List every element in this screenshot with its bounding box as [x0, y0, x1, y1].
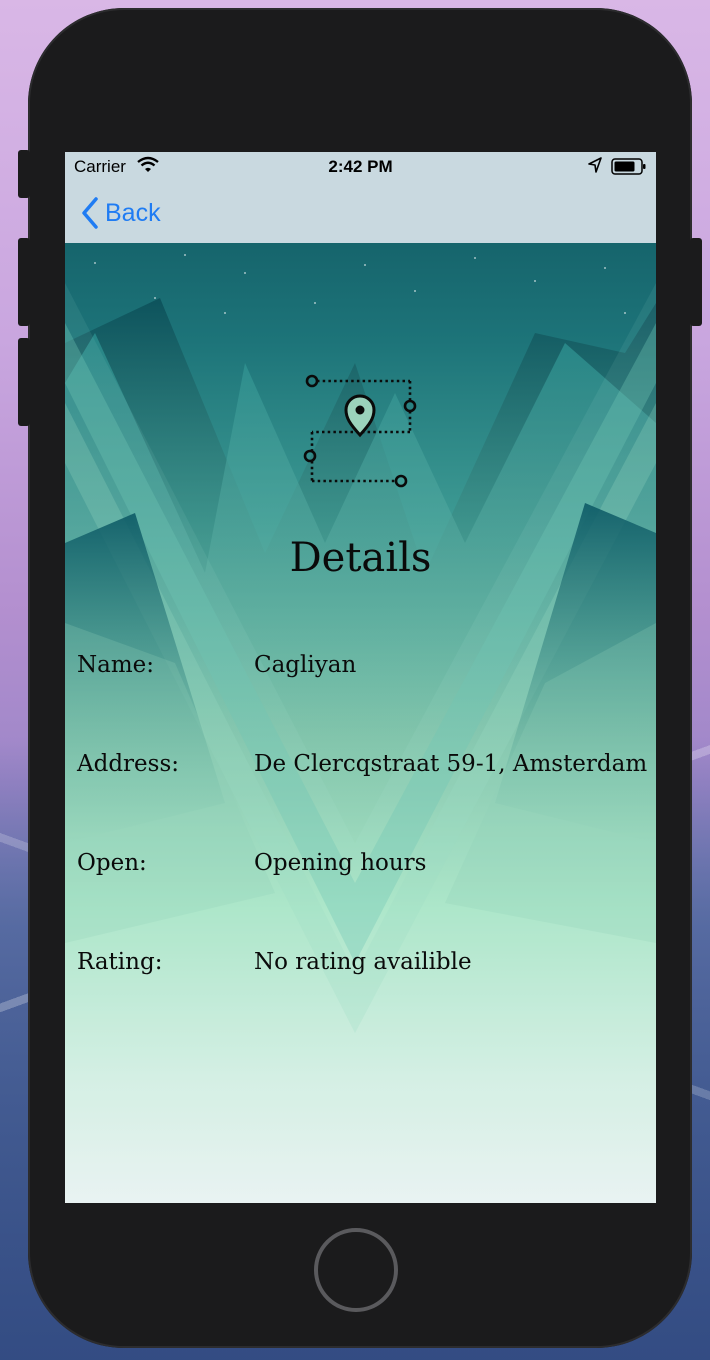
page-title: Details [289, 535, 432, 581]
mute-switch [18, 150, 30, 198]
app-screen: Carrier 2:42 PM Back Details Name: Cagli… [65, 152, 656, 1203]
detail-label: Rating: [77, 949, 163, 975]
detail-label: Open: [77, 850, 147, 876]
volume-down-button [18, 338, 30, 426]
detail-row-open: Open: Opening hours [77, 850, 652, 886]
detail-row-address: Address: De Clercqstraat 59-1, Amsterdam [77, 751, 652, 787]
home-button-icon[interactable] [314, 1228, 398, 1312]
detail-value: No rating availible [254, 949, 472, 975]
volume-up-button [18, 238, 30, 326]
power-button [690, 238, 702, 326]
back-button[interactable]: Back [81, 196, 161, 230]
status-time: 2:42 PM [328, 157, 393, 176]
battery-icon [611, 158, 647, 181]
detail-value: De Clercqstraat 59-1, Amsterdam [254, 751, 648, 777]
detail-row-rating: Rating: No rating availible [77, 949, 652, 985]
location-arrow-icon [588, 157, 602, 178]
detail-row-name: Name: Cagliyan [77, 652, 652, 688]
detail-label: Address: [77, 751, 180, 777]
status-bar: Carrier 2:42 PM [65, 152, 656, 182]
back-button-label: Back [105, 198, 161, 227]
navigation-bar: Back [65, 182, 656, 243]
map-route-pin-icon [302, 372, 420, 494]
chevron-left-icon [82, 197, 98, 229]
detail-value: Opening hours [254, 850, 427, 876]
detail-value: Cagliyan [254, 652, 357, 678]
detail-label: Name: [77, 652, 155, 678]
